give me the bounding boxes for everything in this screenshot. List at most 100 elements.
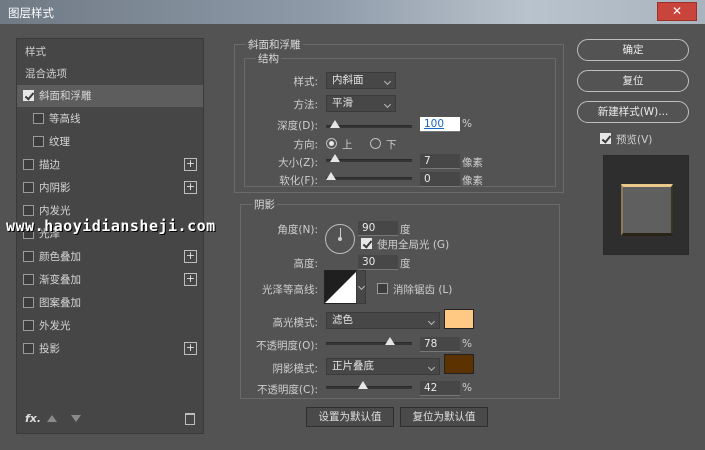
preview-label: 预览(V) <box>616 134 653 146</box>
stroke-checkbox[interactable] <box>23 159 34 170</box>
list-item-inner-glow[interactable]: 内发光 <box>17 200 203 222</box>
highlight-opacity-input[interactable]: 78 <box>420 337 460 352</box>
trash-icon[interactable] <box>185 413 195 425</box>
direction-up-label: 上 <box>342 139 353 151</box>
add-inner-shadow-icon[interactable]: + <box>184 181 197 194</box>
shadow-mode-dropdown[interactable]: 正片叠底 <box>326 358 440 375</box>
list-item-label: 光泽 <box>39 228 60 240</box>
direction-down-label: 下 <box>386 139 397 151</box>
shadow-mode-label: 阴影模式: <box>272 363 318 375</box>
fx-icon[interactable]: fx. <box>25 412 41 425</box>
drop-shadow-checkbox[interactable] <box>23 343 34 354</box>
list-item-color-overlay[interactable]: 颜色叠加 + <box>17 246 203 268</box>
close-icon: ✕ <box>671 4 683 18</box>
technique-dropdown[interactable]: 平滑 <box>326 95 396 112</box>
add-gradient-overlay-icon[interactable]: + <box>184 273 197 286</box>
list-item-texture[interactable]: 纹理 <box>17 131 203 153</box>
inner-glow-checkbox[interactable] <box>23 205 34 216</box>
window-title: 图层样式 <box>8 6 54 20</box>
global-light-checkbox[interactable] <box>361 238 372 249</box>
highlight-mode-dropdown[interactable]: 滤色 <box>326 312 440 329</box>
preview-thumbnail <box>621 184 673 236</box>
list-item-bevel-emboss[interactable]: 斜面和浮雕 <box>17 85 203 107</box>
shadow-opacity-input[interactable]: 42 <box>420 381 460 396</box>
outer-glow-checkbox[interactable] <box>23 320 34 331</box>
soften-slider-knob[interactable] <box>326 172 336 180</box>
list-item-gradient-overlay[interactable]: 渐变叠加 + <box>17 269 203 291</box>
highlight-opacity-slider[interactable] <box>326 337 412 345</box>
soften-label: 软化(F): <box>279 175 318 187</box>
move-down-icon[interactable] <box>71 415 81 422</box>
direction-label: 方向: <box>293 139 318 151</box>
blend-options-item[interactable]: 混合选项 <box>17 63 203 85</box>
global-light-label: 使用全局光 (G) <box>377 239 450 251</box>
size-slider[interactable] <box>326 154 412 162</box>
list-item-label: 投影 <box>39 343 60 355</box>
reset-default-button[interactable]: 复位为默认值 <box>400 407 488 427</box>
bevel-emboss-checkbox[interactable] <box>23 90 34 101</box>
shadow-color-swatch[interactable] <box>444 354 474 374</box>
list-item-label: 内发光 <box>39 205 71 217</box>
gradient-overlay-checkbox[interactable] <box>23 274 34 285</box>
style-list-panel: 样式 混合选项 斜面和浮雕 等高线 纹理 描边 + 内阴影 + 内发光 光泽 颜… <box>16 38 204 434</box>
gloss-contour-preview[interactable] <box>324 270 358 304</box>
depth-slider[interactable] <box>326 120 412 128</box>
technique-label: 方法: <box>293 99 318 111</box>
add-stroke-icon[interactable]: + <box>184 158 197 171</box>
list-item-contour[interactable]: 等高线 <box>17 108 203 130</box>
angle-dial[interactable] <box>325 224 355 254</box>
texture-checkbox[interactable] <box>33 136 44 147</box>
list-item-label: 图案叠加 <box>39 297 81 309</box>
ok-button[interactable]: 确定 <box>577 39 689 61</box>
highlight-opacity-knob[interactable] <box>385 337 396 345</box>
make-default-button[interactable]: 设置为默认值 <box>306 407 394 427</box>
list-item-drop-shadow[interactable]: 投影 + <box>17 338 203 360</box>
soften-unit: 像素 <box>462 175 483 187</box>
inner-shadow-checkbox[interactable] <box>23 182 34 193</box>
angle-unit: 度 <box>400 224 411 236</box>
color-overlay-checkbox[interactable] <box>23 251 34 262</box>
gloss-contour-dropdown[interactable] <box>356 270 366 304</box>
size-input[interactable]: 7 <box>420 154 460 169</box>
style-label: 样式: <box>293 76 318 88</box>
style-preview <box>603 155 689 255</box>
reset-button[interactable]: 复位 <box>577 70 689 92</box>
satin-checkbox[interactable] <box>23 228 34 239</box>
soften-input[interactable]: 0 <box>420 172 460 187</box>
size-slider-knob[interactable] <box>329 154 340 162</box>
add-color-overlay-icon[interactable]: + <box>184 250 197 263</box>
list-item-stroke[interactable]: 描边 + <box>17 154 203 176</box>
antialias-checkbox[interactable] <box>377 283 388 294</box>
add-drop-shadow-icon[interactable]: + <box>184 342 197 355</box>
highlight-opacity-unit: % <box>462 338 472 350</box>
pattern-overlay-checkbox[interactable] <box>23 297 34 308</box>
list-item-label: 描边 <box>39 159 60 171</box>
contour-checkbox[interactable] <box>33 113 44 124</box>
angle-input[interactable]: 90 <box>358 221 398 236</box>
list-item-label: 纹理 <box>49 136 70 148</box>
new-style-button[interactable]: 新建样式(W)... <box>577 101 689 123</box>
depth-input[interactable]: 100 <box>420 117 460 132</box>
depth-unit: % <box>462 118 472 130</box>
soften-slider[interactable] <box>326 172 412 180</box>
list-item-outer-glow[interactable]: 外发光 <box>17 315 203 337</box>
shadow-opacity-slider[interactable] <box>326 381 412 389</box>
direction-down-radio[interactable] <box>370 138 381 149</box>
list-item-inner-shadow[interactable]: 内阴影 + <box>17 177 203 199</box>
list-item-satin[interactable]: 光泽 <box>17 223 203 245</box>
preview-checkbox[interactable] <box>600 133 611 144</box>
depth-label: 深度(D): <box>277 120 318 132</box>
antialias-label: 消除锯齿 (L) <box>393 284 453 296</box>
depth-slider-knob[interactable] <box>329 120 340 128</box>
highlight-color-swatch[interactable] <box>444 309 474 329</box>
altitude-input[interactable]: 30 <box>358 255 398 270</box>
list-item-label: 渐变叠加 <box>39 274 81 286</box>
direction-up-radio[interactable] <box>326 138 337 149</box>
style-dropdown[interactable]: 内斜面 <box>326 72 396 89</box>
styles-header[interactable]: 样式 <box>17 41 203 63</box>
move-up-icon[interactable] <box>47 415 57 422</box>
shadow-opacity-knob[interactable] <box>357 381 368 389</box>
shading-title: 阴影 <box>252 197 277 212</box>
close-button[interactable]: ✕ <box>657 2 697 21</box>
list-item-pattern-overlay[interactable]: 图案叠加 <box>17 292 203 314</box>
